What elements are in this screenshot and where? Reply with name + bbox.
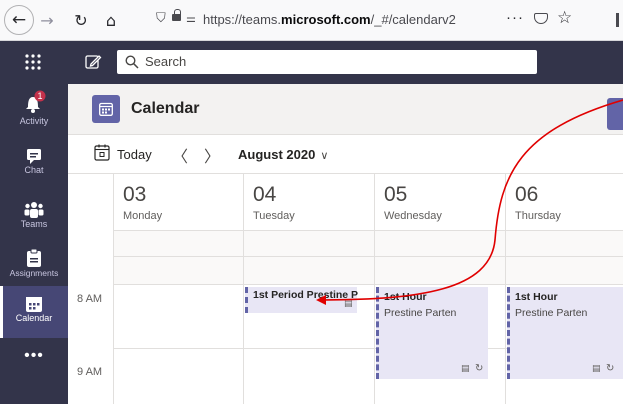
- annotation-arrow: [316, 99, 623, 305]
